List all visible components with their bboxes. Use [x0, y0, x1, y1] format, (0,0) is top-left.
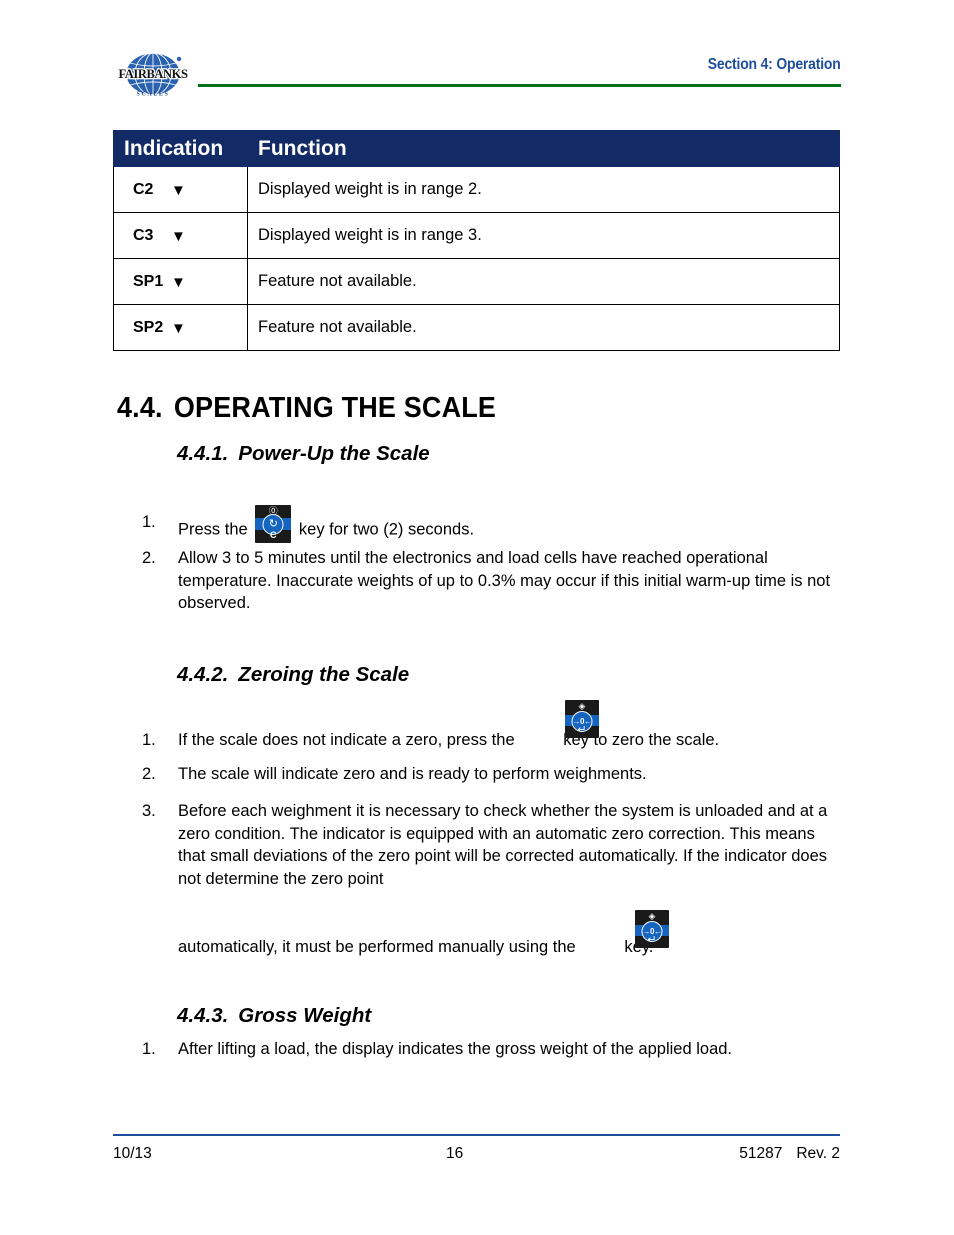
list-item: 2. Allow 3 to 5 minutes until the electr… — [142, 547, 832, 615]
footer-date: 10/13 — [113, 1145, 152, 1162]
function-cell: Displayed weight is in range 2. — [247, 166, 840, 213]
section-number: 4.4. — [117, 392, 163, 424]
indication-cell: SP2 ▼ — [113, 304, 248, 351]
list-item-body: Before each weighment it is necessary to… — [178, 802, 828, 888]
footer-rule — [113, 1134, 840, 1136]
down-triangle-icon: ▼ — [171, 319, 186, 337]
subsection-heading-4-4-1: 4.4.1. Power-Up the Scale — [177, 442, 430, 466]
list-text-before: Press the — [178, 520, 248, 539]
list-marker: 1. — [142, 1040, 156, 1058]
list-marker: 2. — [142, 549, 156, 567]
function-cell: Displayed weight is in range 3. — [247, 212, 840, 259]
down-triangle-icon: ▼ — [171, 273, 186, 291]
indication-cell: SP1 ▼ — [113, 258, 248, 305]
list-item-body: After lifting a load, the display indica… — [178, 1040, 733, 1058]
document-page: FAIRBANKS SCALES Section 4: Operation In… — [0, 0, 954, 1235]
indication-code: SP1 — [133, 272, 164, 290]
enter-arrow-glyph: ↵ — [577, 724, 587, 736]
list-item-body: Allow 3 to 5 minutes until the electroni… — [178, 549, 831, 612]
indication-code: C3 — [133, 226, 154, 244]
list-item: 1. If the scale does not indicate a zero… — [142, 729, 842, 752]
diamond-symbol-glyph: ◈ — [648, 911, 656, 921]
list-marker: 1. — [142, 513, 156, 531]
list-item: 2. The scale will indicate zero and is r… — [142, 763, 842, 786]
fairbanks-logo: FAIRBANKS SCALES — [113, 50, 193, 102]
subsection-heading-4-4-2: 4.4.2. Zeroing the Scale — [177, 663, 409, 687]
paragraph-continuation: automatically, it must be performed manu… — [178, 936, 653, 959]
indication-code: SP2 — [133, 318, 164, 336]
section-header-title: Section 4: Operation — [708, 56, 841, 73]
subsection-number: 4.4.2. — [177, 663, 229, 686]
svg-text:SCALES: SCALES — [137, 92, 170, 98]
subsection-title: Zeroing the Scale — [238, 663, 410, 686]
power-key-icon: ⓪ ↻ C — [255, 505, 292, 543]
zero-key-icon: ◈ →0← ↵ — [565, 700, 599, 738]
continuation-text-before: automatically, it must be performed manu… — [178, 938, 576, 956]
page-header: FAIRBANKS SCALES Section 4: Operation — [113, 46, 841, 104]
list-item-body: Press the ⓪ ↻ C key for two (2) seconds. — [178, 505, 762, 549]
svg-text:FAIRBANKS: FAIRBANKS — [118, 67, 188, 81]
page-footer: 10/13 16 51287 Rev. 2 — [113, 1145, 840, 1167]
list-item: 1. After lifting a load, the display ind… — [142, 1038, 842, 1061]
column-header-indication: Indication — [113, 130, 248, 167]
list-marker: 3. — [142, 802, 156, 820]
table-row: C3 ▼ Displayed weight is in range 3. — [113, 212, 840, 259]
table-row: SP2 ▼ Feature not available. — [113, 304, 840, 351]
footer-page-number: 16 — [446, 1145, 464, 1162]
footer-revision: Rev. 2 — [796, 1145, 840, 1162]
footer-document-info: 51287 Rev. 2 — [739, 1145, 840, 1163]
function-cell: Feature not available. — [247, 258, 840, 305]
table-body: C2 ▼ Displayed weight is in range 2. C3 ▼ … — [113, 166, 840, 351]
list-item-body: The scale will indicate zero and is read… — [178, 765, 647, 783]
subsection-title: Power-Up the Scale — [238, 442, 430, 465]
subsection-heading-4-4-3: 4.4.3. Gross Weight — [177, 1004, 371, 1028]
down-triangle-icon: ▼ — [171, 181, 186, 199]
globe-icon: FAIRBANKS SCALES — [117, 52, 190, 98]
enter-arrow-glyph: ↵ — [647, 934, 657, 946]
function-cell: Feature not available. — [247, 304, 840, 351]
subsection-title: Gross Weight — [238, 1004, 372, 1027]
list-marker: 1. — [142, 731, 156, 749]
list-item: 3. Before each weighment it is necessary… — [142, 800, 842, 890]
zero-key-icon: ◈ →0← ↵ — [635, 910, 669, 948]
list-marker: 2. — [142, 765, 156, 783]
down-triangle-icon: ▼ — [171, 227, 186, 245]
section-title: OPERATING THE SCALE — [173, 392, 497, 424]
section-heading-4-4: 4.4. OPERATING THE SCALE — [117, 392, 496, 425]
indication-cell: C3 ▼ — [113, 212, 248, 259]
list-item-body: If the scale does not indicate a zero, p… — [178, 729, 842, 752]
table-header: Indication Function — [113, 130, 840, 167]
indication-code: C2 — [133, 180, 154, 198]
table-header-row: Indication Function — [113, 130, 840, 167]
table-row: C2 ▼ Displayed weight is in range 2. — [113, 166, 840, 213]
column-header-function: Function — [247, 130, 840, 167]
list-text-after: key for two (2) seconds. — [298, 520, 475, 539]
list-text-before: If the scale does not indicate a zero, p… — [178, 731, 515, 749]
subsection-number: 4.4.1. — [177, 442, 229, 465]
footer-doc-number: 51287 — [739, 1145, 783, 1162]
table-row: SP1 ▼ Feature not available. — [113, 258, 840, 305]
diamond-symbol-glyph: ◈ — [578, 701, 586, 711]
power-key-letter: C — [270, 530, 277, 540]
header-green-rule — [198, 84, 841, 87]
list-item: 1. Press the ⓪ ↻ C key for two (2) secon… — [142, 505, 762, 549]
indication-cell: C2 ▼ — [113, 166, 248, 213]
subsection-number: 4.4.3. — [177, 1004, 229, 1027]
indication-function-table: Indication Function C2 ▼ Displayed weight… — [113, 130, 840, 351]
